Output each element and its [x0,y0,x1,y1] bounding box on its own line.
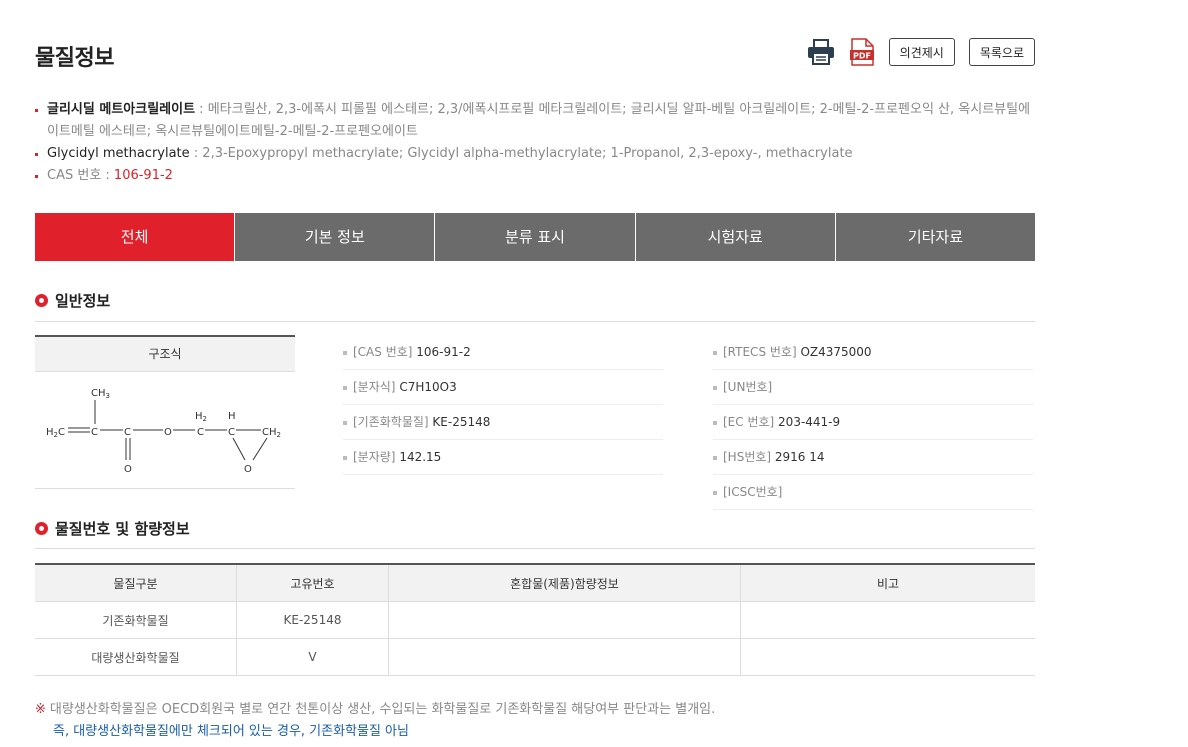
cell-type: 기존화학물질 [35,601,237,639]
ester-o-label: O [164,427,172,438]
pdf-icon[interactable]: PDF [849,38,875,66]
note-mark: ※ [35,702,46,717]
general-info-label: 일반정보 [55,292,111,310]
col-header-type: 물질구분 [35,563,237,602]
footnote: ※ 대량생산화학물질은 OECD회원국 별로 연간 천톤이상 생산, 수입되는 화… [35,699,715,743]
info-formula: [분자식] C7H10O3 [343,370,663,405]
info-ec: [EC 번호] 203-441-9 [713,405,1033,440]
substance-names: 글리시딜 메트아크릴레이트 : 메타크릴산, 2,3-에폭시 피롤필 에스테르;… [35,99,1035,187]
list-button[interactable]: 목록으로 [968,38,1035,66]
info-molecular-weight: [분자량] 142.15 [343,440,663,475]
substance-table: 물질구분 고유번호 혼합물(제품)함량정보 비고 기존화학물질 KE-25148… [35,563,1035,676]
cell-remarks [740,638,1035,676]
substance-info-label: 물질번호 및 함량정보 [55,520,190,538]
info-icsc: [ICSC번호] [713,475,1033,510]
ch3-label: CH3 [91,388,110,400]
tab-all[interactable]: 전체 [35,213,235,261]
cell-content [388,638,741,676]
english-name: Glycidyl methacrylate [47,146,190,161]
epoxy-o-label: O [244,464,252,475]
c1-label: C [91,427,98,438]
substance-info-title: 물질번호 및 함량정보 [35,518,190,539]
info-cas: [CAS 번호] 106-91-2 [343,335,663,370]
cell-content [388,601,741,639]
info-list-right: [RTECS 번호] OZ4375000 [UN번호] [EC 번호] 203-… [713,335,1033,510]
table-row: 기존화학물질 KE-25148 [35,601,1035,639]
ch-label: H [228,411,236,422]
info-rtecs: [RTECS 번호] OZ4375000 [713,335,1033,370]
pdf-icon-label: PDF [853,52,871,61]
ch2-end-label: CH2 [262,427,281,439]
section-divider [35,321,1035,322]
tab-bar: 전체 기본 정보 분류 표시 시험자료 기타자료 [35,213,1036,261]
svg-text:C: C [197,427,204,438]
structure-svg: CH3 H2C C C O O H2 C H C CH2 O [46,388,281,475]
ch2-label: H2 [195,411,207,423]
cas-row: CAS 번호 : 106-91-2 [35,165,1035,187]
cas-value: 106-91-2 [113,168,173,183]
general-info-title: 일반정보 [35,290,110,311]
korean-synonyms: : 메타크릴산, 2,3-에폭시 피롤필 에스테르; 2,3/에폭시프로필 메타… [47,102,1031,139]
footnote-line-2: 즉, 대량생산화학물질에만 체크되어 있는 경우, 기존화학물질 아님 [53,724,409,739]
korean-name: 글리시딜 메트아크릴레이트 [47,102,196,117]
footnote-line-1: ※ 대량생산화학물질은 OECD회원국 별로 연간 천톤이상 생산, 수입되는 화… [35,702,716,717]
col-header-id: 고유번호 [236,563,389,602]
info-existing-chemical: [기존화학물질] KE-25148 [343,405,663,440]
section-bullet-icon [35,294,48,307]
top-actions: PDF 의견제시 목록으로 [807,38,1035,66]
opinion-button[interactable]: 의견제시 [888,38,955,66]
table-row: 대량생산화학물질 V [35,638,1035,676]
tab-other-data[interactable]: 기타자료 [834,213,1036,261]
carbonyl-o-label: O [124,464,132,475]
page-title: 물질정보 [35,46,114,71]
tab-test-data[interactable]: 시험자료 [634,213,835,261]
print-icon[interactable] [807,39,835,65]
svg-text:C: C [228,427,235,438]
h2c-label: H2C [46,427,65,439]
structure-diagram: CH3 H2C C C O O H2 C H C CH2 O [35,372,295,489]
english-name-row: Glycidyl methacrylate : 2,3-Epoxypropyl … [35,143,1035,165]
cell-type: 대량생산화학물질 [35,638,237,676]
tab-classification[interactable]: 분류 표시 [434,213,635,261]
cell-id: V [236,638,389,676]
c2-label: C [124,427,131,438]
info-un: [UN번호] [713,370,1033,405]
section-bullet-icon [35,522,48,535]
table-header-row: 물질구분 고유번호 혼합물(제품)함량정보 비고 [35,563,1035,602]
english-synonyms: : 2,3-Epoxypropyl methacrylate; Glycidyl… [189,146,853,161]
cell-remarks [740,601,1035,639]
structure-header: 구조식 [35,335,295,372]
tab-basic-info[interactable]: 기본 정보 [234,213,435,261]
info-list-left: [CAS 번호] 106-91-2 [분자식] C7H10O3 [기존화학물질]… [343,335,663,475]
col-header-remarks: 비고 [740,563,1035,602]
info-hs: [HS번호] 2916 14 [713,440,1033,475]
col-header-content: 혼합물(제품)함량정보 [388,563,741,602]
structure-box: 구조식 CH3 H2C C C O O H2 C H C CH2 O [35,335,295,489]
section-divider [35,548,1035,549]
korean-name-row: 글리시딜 메트아크릴레이트 : 메타크릴산, 2,3-에폭시 피롤필 에스테르;… [35,99,1035,143]
cas-label: CAS 번호 : [47,168,114,183]
cell-id: KE-25148 [236,601,389,639]
